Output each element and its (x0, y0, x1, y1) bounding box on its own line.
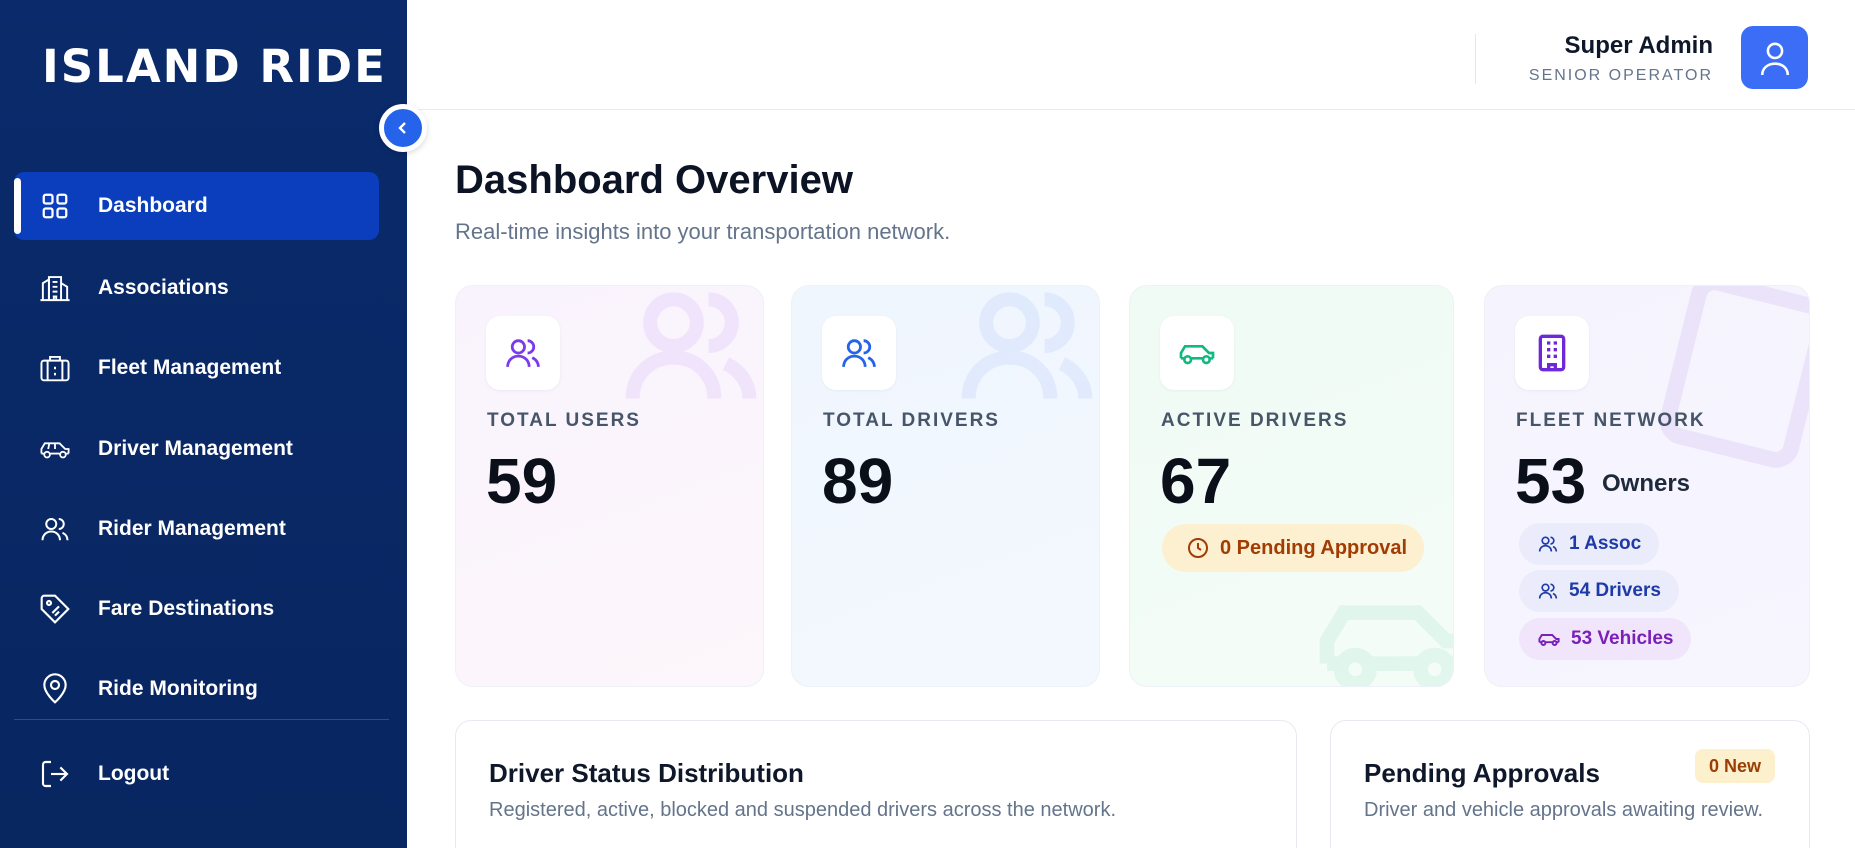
stat-label: FLEET NETWORK (1516, 410, 1706, 431)
page-subtitle: Real-time insights into your transportat… (455, 219, 951, 244)
sidebar-item-driver-management[interactable]: Driver Management (14, 415, 379, 483)
stat-label: TOTAL USERS (487, 410, 641, 431)
sidebar-item-label: Dashboard (98, 194, 208, 217)
map-pin-icon (38, 672, 72, 706)
sidebar-divider (14, 719, 389, 720)
avatar[interactable] (1741, 26, 1808, 89)
building-icon (38, 271, 72, 305)
drivers-count-badge[interactable]: 54 Drivers (1519, 570, 1679, 612)
panel-subtitle: Driver and vehicle approvals awaiting re… (1364, 799, 1764, 821)
sidebar-item-label: Rider Management (98, 517, 286, 540)
stat-value: 67 (1160, 445, 1232, 517)
drivers-count-text: 54 Drivers (1569, 580, 1661, 601)
vehicles-count-text: 53 Vehicles (1571, 628, 1674, 649)
users-icon (1537, 534, 1559, 554)
sidebar-item-label: Ride Monitoring (98, 677, 258, 700)
sidebar-item-dashboard[interactable]: Dashboard (14, 172, 379, 240)
clock-icon (1186, 536, 1210, 560)
users-watermark-icon (961, 292, 1093, 400)
stat-card-active-drivers[interactable]: ACTIVE DRIVERS 67 0 Pending Approval (1129, 285, 1454, 687)
app-logo[interactable]: ISLAND RIDE (42, 40, 387, 93)
sidebar-item-label: Fare Destinations (98, 597, 275, 620)
sidebar-item-associations[interactable]: Associations (14, 254, 379, 322)
sidebar-collapse-button[interactable] (379, 104, 427, 152)
drivers-icon-box (822, 316, 896, 390)
stat-label: ACTIVE DRIVERS (1161, 410, 1349, 431)
stat-value: 53 (1515, 445, 1587, 517)
fleet-icon-box (1515, 316, 1589, 390)
stat-card-total-users[interactable]: TOTAL USERS 59 (455, 285, 764, 687)
chevron-left-icon (398, 122, 406, 134)
logout-label: Logout (98, 762, 170, 785)
pending-approval-text: 0 Pending Approval (1220, 536, 1408, 559)
users-icon-box (486, 316, 560, 390)
panel-title: Driver Status Distribution (489, 758, 804, 788)
users-icon (38, 512, 72, 546)
panel-subtitle: Registered, active, blocked and suspende… (489, 799, 1117, 821)
sidebar-item-fleet-management[interactable]: Fleet Management (14, 334, 379, 402)
sidebar-item-label: Driver Management (98, 437, 293, 460)
car-icon (1179, 345, 1215, 365)
owners-label: Owners (1602, 470, 1691, 497)
users-icon (506, 339, 540, 367)
assoc-count-text: 1 Assoc (1569, 533, 1642, 554)
assoc-count-badge[interactable]: 1 Assoc (1519, 523, 1660, 565)
car-icon (1537, 630, 1561, 648)
header-divider (1475, 34, 1476, 84)
stat-card-total-drivers[interactable]: TOTAL DRIVERS 89 (791, 285, 1100, 687)
stat-card-fleet-network[interactable]: FLEET NETWORK 53 Owners 1 Assoc 54 Drive… (1484, 285, 1810, 687)
new-count-badge: 0 New (1694, 749, 1775, 783)
logout-icon (38, 757, 72, 791)
sidebar: ISLAND RIDE Dashboard Associations Fleet… (0, 0, 407, 848)
sidebar-item-ride-monitoring[interactable]: Ride Monitoring (14, 655, 379, 723)
sidebar-item-rider-management[interactable]: Rider Management (14, 495, 379, 563)
pending-approval-badge[interactable]: 0 Pending Approval (1162, 524, 1424, 572)
pending-approvals-panel: Pending Approvals Driver and vehicle app… (1330, 720, 1810, 848)
users-icon (1537, 581, 1559, 601)
sidebar-item-fare-destinations[interactable]: Fare Destinations (14, 575, 379, 643)
sidebar-item-label: Fleet Management (98, 356, 282, 379)
stat-value: 59 (486, 445, 558, 517)
briefcase-icon (38, 351, 72, 385)
logout-button[interactable]: Logout (14, 740, 379, 808)
grid-icon (38, 189, 72, 223)
users-icon (842, 339, 876, 367)
vehicles-count-badge[interactable]: 53 Vehicles (1519, 618, 1692, 660)
car-watermark-icon (1319, 605, 1453, 686)
driver-status-distribution-panel: Driver Status Distribution Registered, a… (455, 720, 1297, 848)
tag-icon (38, 592, 72, 626)
user-icon (1760, 42, 1789, 75)
user-name: Super Admin (1564, 32, 1713, 59)
stat-label: TOTAL DRIVERS (823, 410, 1000, 431)
user-role: SENIOR OPERATOR (1528, 67, 1713, 84)
building-watermark-icon (1659, 286, 1809, 468)
users-watermark-icon (625, 292, 757, 400)
sidebar-item-label: Associations (98, 276, 229, 299)
car-icon (38, 432, 72, 466)
page-title: Dashboard Overview (455, 158, 853, 202)
panel-title: Pending Approvals (1364, 758, 1600, 788)
active-drivers-icon-box (1160, 316, 1234, 390)
stat-value: 89 (822, 445, 894, 517)
building-icon (1538, 334, 1566, 372)
